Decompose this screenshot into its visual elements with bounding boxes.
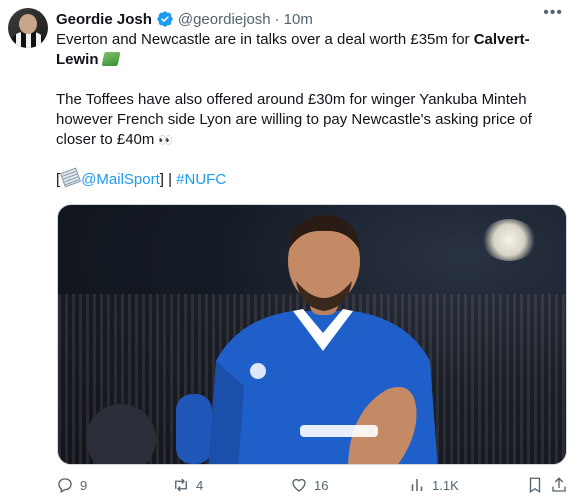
avatar[interactable] xyxy=(8,8,48,48)
bracket-close: ] | xyxy=(159,171,177,188)
tweet-text-prefix: Everton and Newcastle are in talks over … xyxy=(56,31,474,48)
tweet-text: Everton and Newcastle are in talks over … xyxy=(56,30,561,190)
like-icon xyxy=(292,478,306,492)
share-icon xyxy=(552,477,566,492)
tweet-bold-name-a: Calvert- xyxy=(473,31,530,48)
money-with-wings-icon xyxy=(101,52,121,66)
tweet-paragraph-2-text: The Toffees have also offered around £30… xyxy=(56,91,532,148)
views-count: 1.1K xyxy=(432,477,459,493)
tweet-source-line: [@MailSport] | #NUFC xyxy=(56,167,561,190)
reply-count: 9 xyxy=(80,477,88,493)
hashtag-link[interactable]: #NUFC xyxy=(176,171,226,188)
tweet-paragraph-2: The Toffees have also offered around £30… xyxy=(56,90,561,150)
share-button[interactable] xyxy=(550,474,574,496)
bookmark-button[interactable] xyxy=(526,474,550,496)
separator-dot: · xyxy=(274,10,280,28)
tweet-bold-name-b: Lewin xyxy=(56,51,99,68)
mention-link[interactable]: @MailSport xyxy=(81,171,160,188)
floodlight xyxy=(482,219,536,261)
timestamp[interactable]: 10m xyxy=(284,11,313,28)
tweet-line-1: Everton and Newcastle are in talks over … xyxy=(56,30,561,70)
repost-icon xyxy=(175,478,187,492)
newspaper-icon xyxy=(60,167,82,188)
background-player xyxy=(86,404,156,464)
tweet-header: Geordie Josh @geordiejosh · 10m xyxy=(56,8,577,30)
views-icon xyxy=(411,479,423,491)
verified-badge-icon xyxy=(157,11,173,27)
author-handle[interactable]: @geordiejosh xyxy=(178,11,271,28)
reply-icon xyxy=(58,478,72,493)
like-button[interactable]: 16 xyxy=(290,474,328,496)
views-button[interactable]: 1.1K xyxy=(408,474,459,496)
player-figure xyxy=(208,215,438,464)
tweet-photo[interactable] xyxy=(57,204,567,465)
action-bar: 9 4 16 1.1K xyxy=(56,474,566,496)
repost-count: 4 xyxy=(196,477,204,493)
tweet-card[interactable]: Geordie Josh @geordiejosh · 10m ••• Ever… xyxy=(0,0,577,502)
eyes-icon: 👀 xyxy=(158,133,173,147)
bookmark-icon xyxy=(529,477,541,494)
repost-button[interactable]: 4 xyxy=(172,474,203,496)
like-count: 16 xyxy=(314,477,329,493)
author-name[interactable]: Geordie Josh xyxy=(56,11,152,28)
more-options-icon[interactable]: ••• xyxy=(543,4,563,22)
reply-button[interactable]: 9 xyxy=(56,474,87,496)
